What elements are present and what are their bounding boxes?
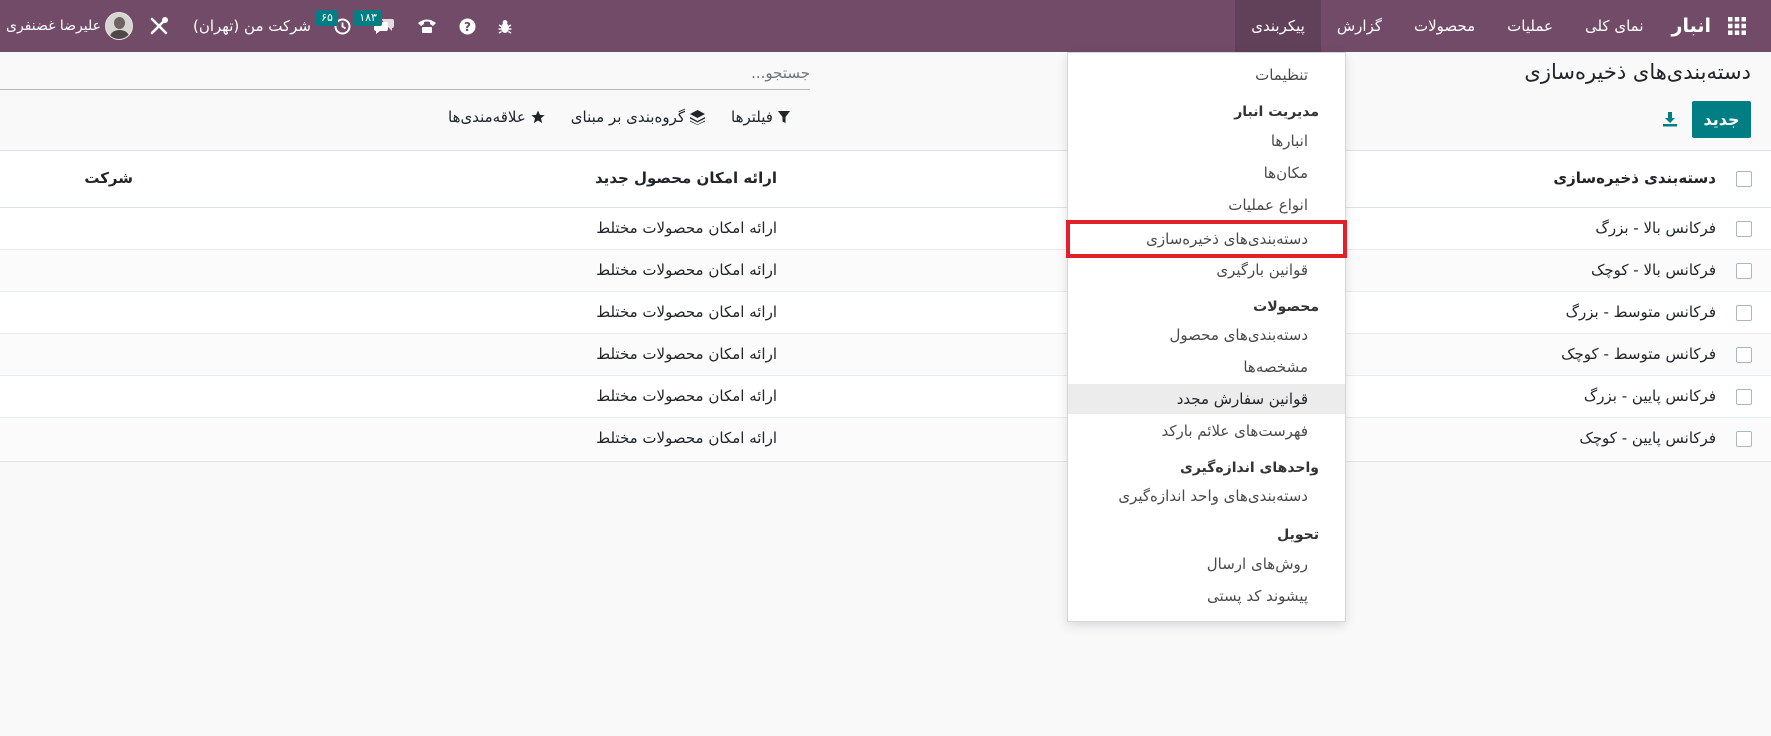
menu-item-operation-types[interactable]: انواع عملیات <box>1068 190 1345 220</box>
menu-products[interactable]: محصولات <box>1398 0 1491 52</box>
menu-item-uom-categories[interactable]: دسته‌بندی‌های واحد اندازه‌گیری <box>1068 481 1345 511</box>
table-row[interactable]: فرکانس پایین - کوچک ارائه امکان محصولات … <box>0 418 1771 460</box>
row-checkbox[interactable] <box>1736 347 1752 363</box>
groupby-button[interactable]: گروه‌بندی بر مبنای <box>570 108 706 126</box>
activity-clock-icon[interactable]: ۶۵ <box>316 0 362 52</box>
top-navbar: انبار نمای کلی عملیات محصولات گزارش پیکر… <box>0 0 1771 52</box>
column-storage-category[interactable]: دسته‌بندی ذخیره‌سازی <box>1553 169 1716 187</box>
avatar <box>105 12 133 40</box>
layers-icon <box>690 109 706 125</box>
main-menu: نمای کلی عملیات محصولات گزارش پیکربندی <box>1235 0 1659 52</box>
search-input[interactable] <box>0 58 810 88</box>
favorites-button[interactable]: علاقه‌مندی‌ها <box>448 108 545 126</box>
row-allow: ارائه امکان محصولات مختلط <box>596 261 777 279</box>
menu-item-attributes[interactable]: مشخصه‌ها <box>1068 352 1345 382</box>
phone-icon[interactable] <box>406 0 448 52</box>
menu-item-zip-prefix[interactable]: پیشوند کد پستی <box>1068 581 1345 611</box>
menu-overview[interactable]: نمای کلی <box>1569 0 1660 52</box>
row-name: فرکانس پایین - بزرگ <box>1583 387 1716 405</box>
menu-item-barcode-nomenclatures[interactable]: فهرست‌های علائم بارکد <box>1068 416 1345 446</box>
activity-count-badge: ۶۵ <box>316 10 338 26</box>
tools-icon[interactable] <box>137 0 181 52</box>
filters-button[interactable]: فیلترها <box>731 108 790 126</box>
row-name: فرکانس بالا - کوچک <box>1590 261 1716 279</box>
select-all-checkbox[interactable] <box>1736 171 1752 187</box>
row-name: فرکانس متوسط - کوچک <box>1561 345 1716 363</box>
section-units-of-measure: واحدهای اندازه‌گیری <box>1179 460 1319 476</box>
user-menu[interactable]: علیرضا غضنفری <box>0 12 137 40</box>
download-icon[interactable] <box>1661 110 1679 128</box>
table-row[interactable]: فرکانس متوسط - کوچک ارائه امکان محصولات … <box>0 334 1771 376</box>
column-company[interactable]: شرکت <box>84 169 133 187</box>
help-icon[interactable]: ? <box>448 0 487 52</box>
star-icon <box>531 110 545 123</box>
menu-item-storage-categories[interactable]: دسته‌بندی‌های ذخیره‌سازی <box>1066 220 1347 258</box>
row-name: فرکانس متوسط - بزرگ <box>1565 303 1716 321</box>
column-allow-new-product[interactable]: ارائه امکان محصول جدید <box>595 169 777 187</box>
svg-text:?: ? <box>464 20 471 34</box>
search-bar <box>0 58 810 90</box>
section-delivery: تحویل <box>1277 527 1319 543</box>
table-row[interactable]: فرکانس بالا - بزرگ ارائه امکان محصولات م… <box>0 208 1771 250</box>
row-allow: ارائه امکان محصولات مختلط <box>596 429 777 447</box>
row-allow: ارائه امکان محصولات مختلط <box>596 387 777 405</box>
row-checkbox[interactable] <box>1736 263 1752 279</box>
row-checkbox[interactable] <box>1736 431 1752 447</box>
user-name: علیرضا غضنفری <box>6 18 101 34</box>
menu-item-shipping-methods[interactable]: روش‌های ارسال <box>1068 549 1345 579</box>
app-brand[interactable]: انبار <box>1672 15 1711 37</box>
row-name: فرکانس پایین - کوچک <box>1579 429 1716 447</box>
search-options: فیلترها گروه‌بندی بر مبنای علاقه‌مندی‌ها <box>448 108 790 126</box>
favorites-label: علاقه‌مندی‌ها <box>448 108 526 126</box>
table-row[interactable]: فرکانس پایین - بزرگ ارائه امکان محصولات … <box>0 376 1771 418</box>
menu-item-warehouses[interactable]: انبارها <box>1068 126 1345 156</box>
systray: ? ۱۸۳ ۶۵ شرکت من (تهران) علیرضا غضنفری <box>0 0 523 52</box>
row-name: فرکانس بالا - بزرگ <box>1595 219 1716 237</box>
section-warehouse-management: مدیریت انبار <box>1234 104 1319 120</box>
row-checkbox[interactable] <box>1736 221 1752 237</box>
chat-icon[interactable]: ۱۸۳ <box>354 0 406 52</box>
menu-item-putaway-rules[interactable]: قوانین بارگیری <box>1068 255 1345 285</box>
section-products: محصولات <box>1253 299 1319 315</box>
menu-item-product-categories[interactable]: دسته‌بندی‌های محصول <box>1068 320 1345 350</box>
row-allow: ارائه امکان محصولات مختلط <box>596 219 777 237</box>
filter-icon <box>777 110 790 123</box>
configuration-dropdown: تنظیمات مدیریت انبار انبارها مکان‌ها انو… <box>1066 52 1347 622</box>
row-checkbox[interactable] <box>1736 305 1752 321</box>
groupby-label: گروه‌بندی بر مبنای <box>570 108 686 126</box>
page-title: دسته‌بندی‌های ذخیره‌سازی <box>1524 60 1751 84</box>
debug-icon[interactable] <box>487 0 523 52</box>
list-view: دسته‌بندی ذخیره‌سازی ارائه امکان محصول ج… <box>0 150 1771 462</box>
menu-operations[interactable]: عملیات <box>1491 0 1569 52</box>
company-switcher[interactable]: شرکت من (تهران) <box>181 17 323 35</box>
table-header: دسته‌بندی ذخیره‌سازی ارائه امکان محصول ج… <box>0 151 1771 208</box>
table-row[interactable]: فرکانس بالا - کوچک ارائه امکان محصولات م… <box>0 250 1771 292</box>
menu-reporting[interactable]: گزارش <box>1321 0 1398 52</box>
table-row[interactable]: فرکانس متوسط - بزرگ ارائه امکان محصولات … <box>0 292 1771 334</box>
menu-item-settings[interactable]: تنظیمات <box>1068 60 1345 90</box>
row-allow: ارائه امکان محصولات مختلط <box>596 303 777 321</box>
menu-item-locations[interactable]: مکان‌ها <box>1068 158 1345 188</box>
filters-label: فیلترها <box>731 108 773 126</box>
row-allow: ارائه امکان محصولات مختلط <box>596 345 777 363</box>
apps-menu-icon[interactable] <box>1717 0 1757 52</box>
menu-configuration[interactable]: پیکربندی <box>1235 0 1321 52</box>
menu-item-reordering-rules[interactable]: قوانین سفارش مجدد <box>1068 384 1345 414</box>
new-button[interactable]: جدید <box>1692 101 1751 138</box>
row-checkbox[interactable] <box>1736 389 1752 405</box>
